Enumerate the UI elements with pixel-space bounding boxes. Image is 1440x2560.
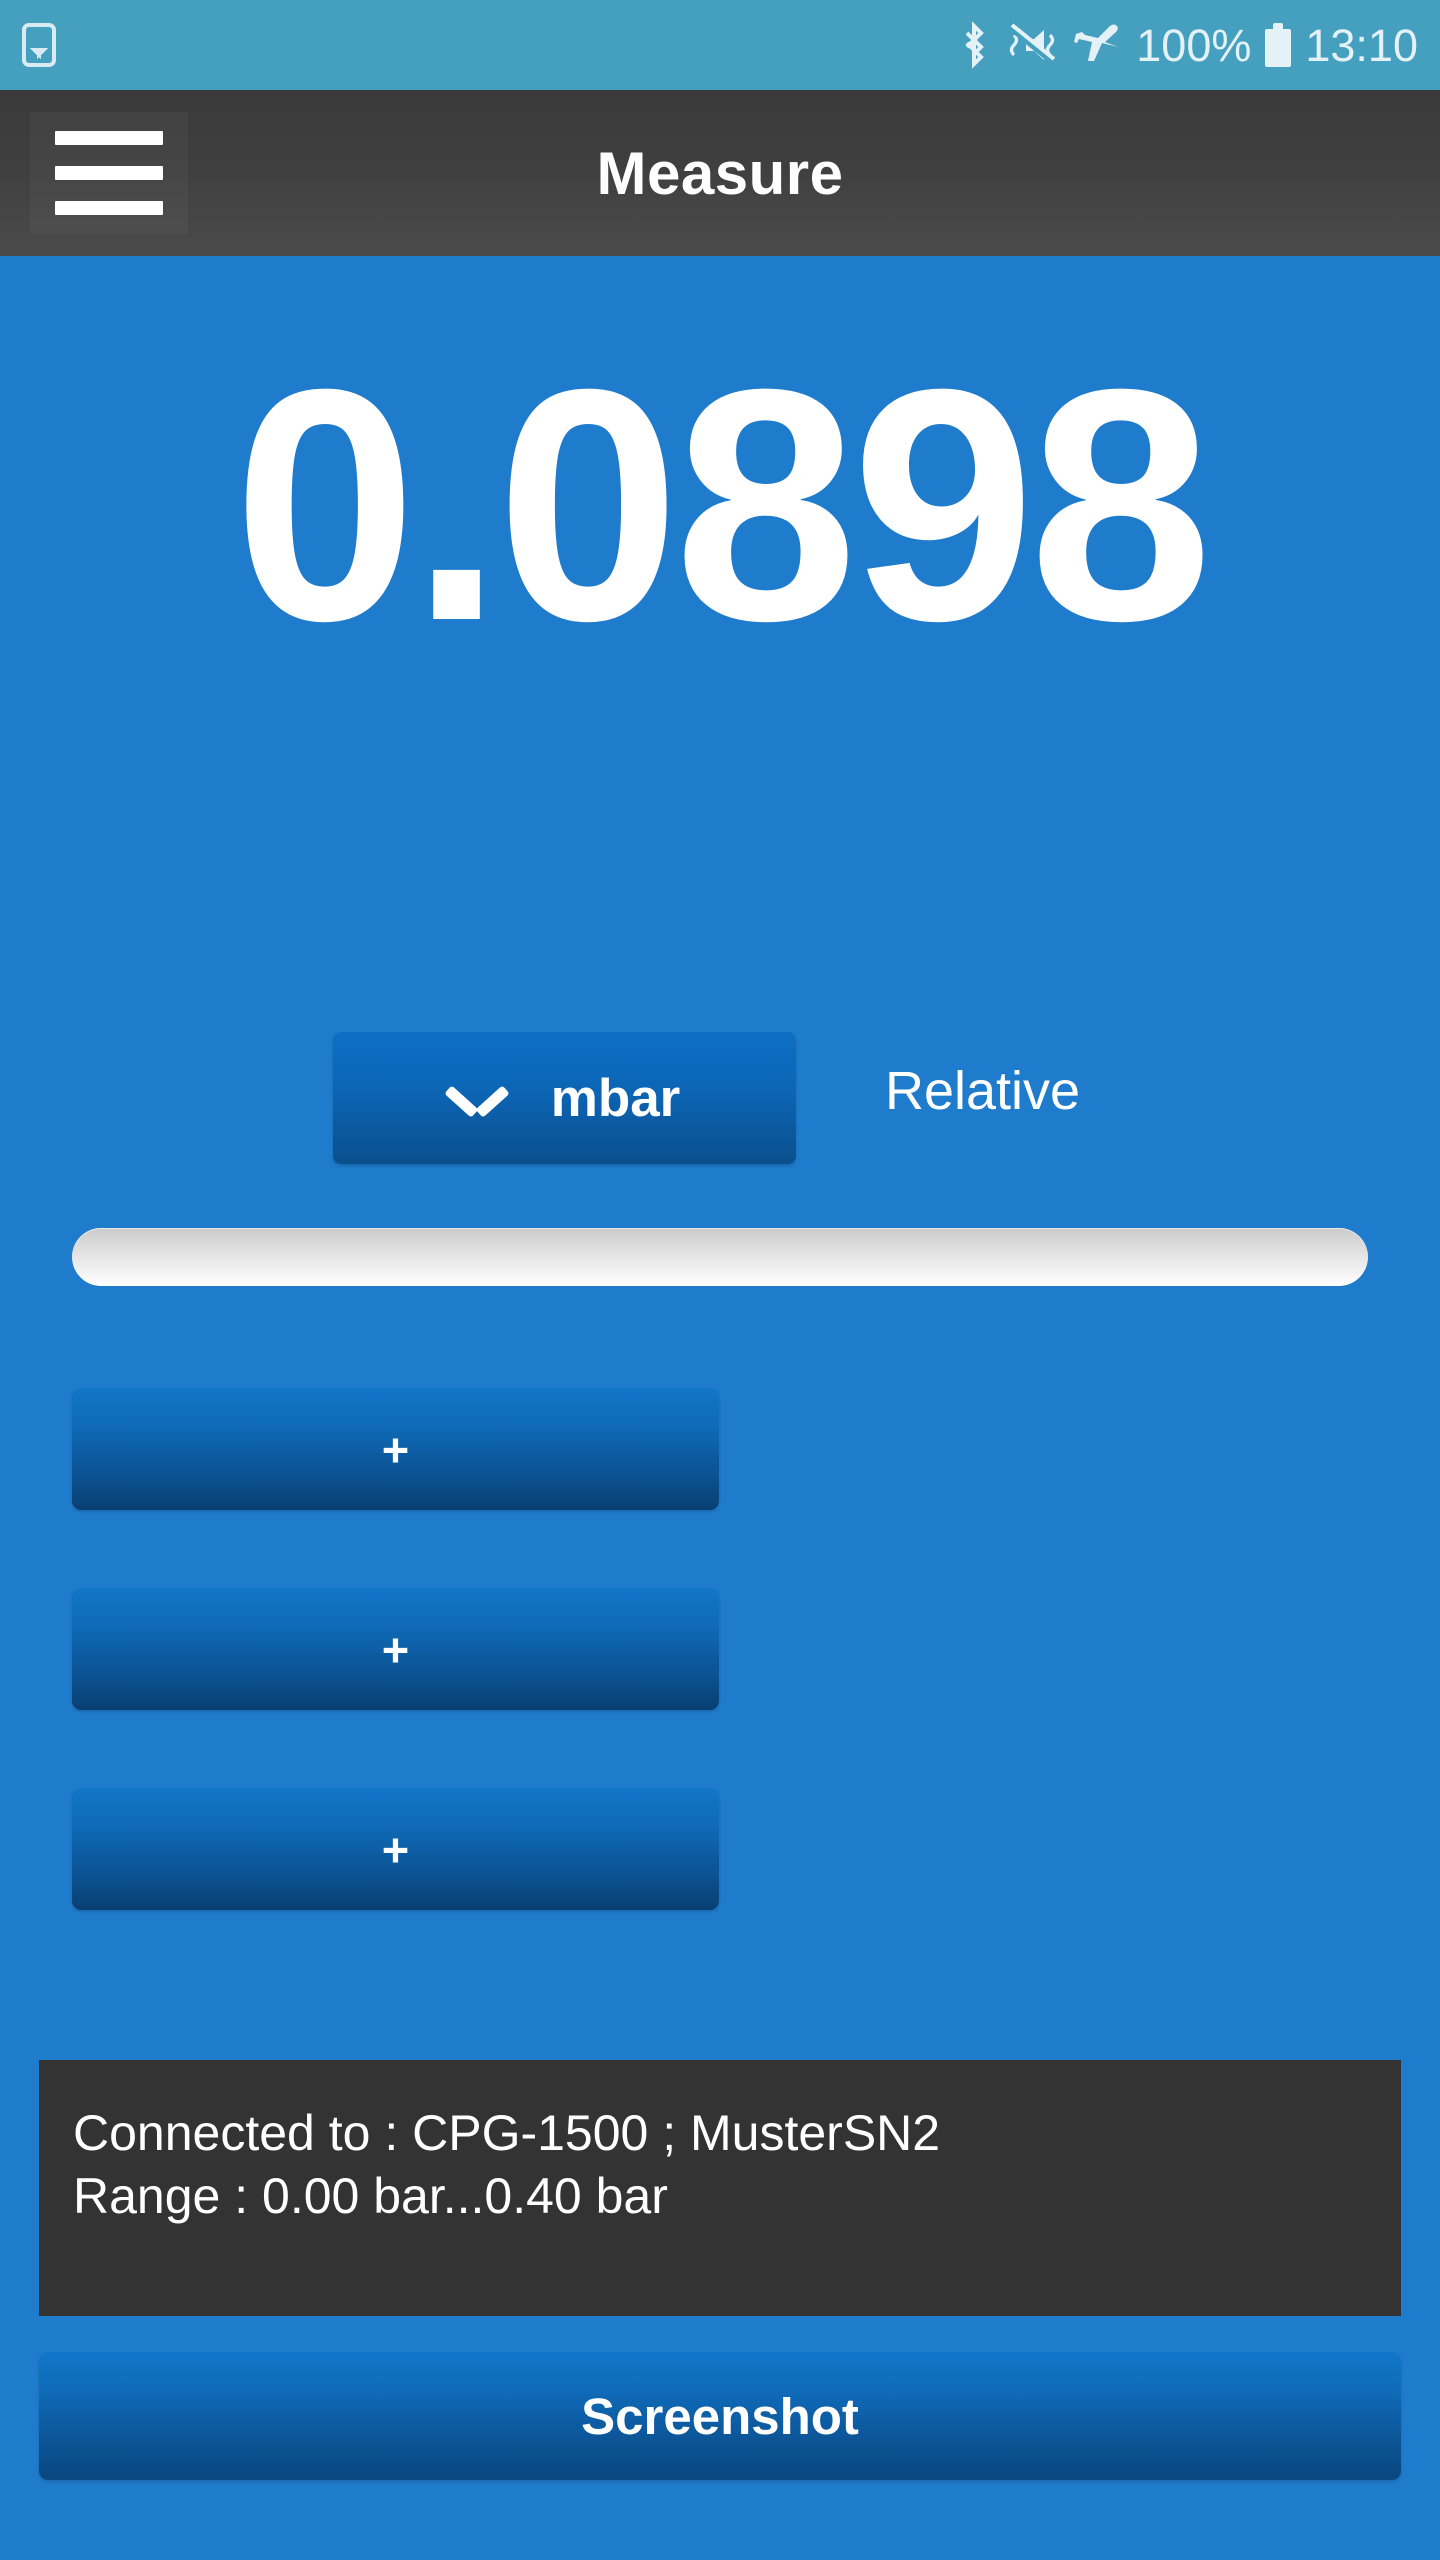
- measurement-slider[interactable]: [72, 1228, 1368, 1286]
- android-status-bar: 100% 13:10: [0, 0, 1440, 90]
- app-bar: Measure: [0, 90, 1440, 256]
- battery-percent-label: 100%: [1136, 19, 1252, 71]
- connection-range-line: Range : 0.00 bar...0.40 bar: [73, 2168, 668, 2224]
- unit-row: mbar Relative: [0, 1032, 1440, 1164]
- clock-label: 13:10: [1305, 19, 1418, 71]
- connection-device-line: Connected to : CPG-1500 ; MusterSN2: [73, 2105, 941, 2161]
- status-bar-right-icons: 100% 13:10: [958, 21, 1418, 69]
- add-button-2[interactable]: +: [72, 1588, 719, 1710]
- battery-full-icon: [1265, 23, 1292, 67]
- chevron-down-icon: [449, 1082, 505, 1114]
- measurement-mode-label: Relative: [885, 1061, 1081, 1121]
- bluetooth-icon: [965, 21, 985, 69]
- gallery-icon: [22, 23, 56, 67]
- add-button-1[interactable]: +: [72, 1388, 719, 1510]
- measurement-value: 0.0898: [233, 320, 1212, 689]
- add-button-3[interactable]: +: [72, 1788, 719, 1910]
- connection-status-panel: Connected to : CPG-1500 ; MusterSN2 Rang…: [39, 2060, 1401, 2316]
- unit-dropdown-button[interactable]: mbar: [333, 1032, 796, 1164]
- page-title: Measure: [596, 139, 844, 207]
- vibrate-mute-icon: [1010, 23, 1057, 66]
- airplane-mode-icon: [1074, 24, 1119, 61]
- status-bar-left-icons: [22, 23, 56, 67]
- screenshot-button[interactable]: Screenshot: [39, 2352, 1401, 2480]
- unit-label: mbar: [550, 1068, 681, 1128]
- measure-app-screen: 100% 13:10 Measure 0.0898 mbar Relative …: [0, 0, 1440, 2560]
